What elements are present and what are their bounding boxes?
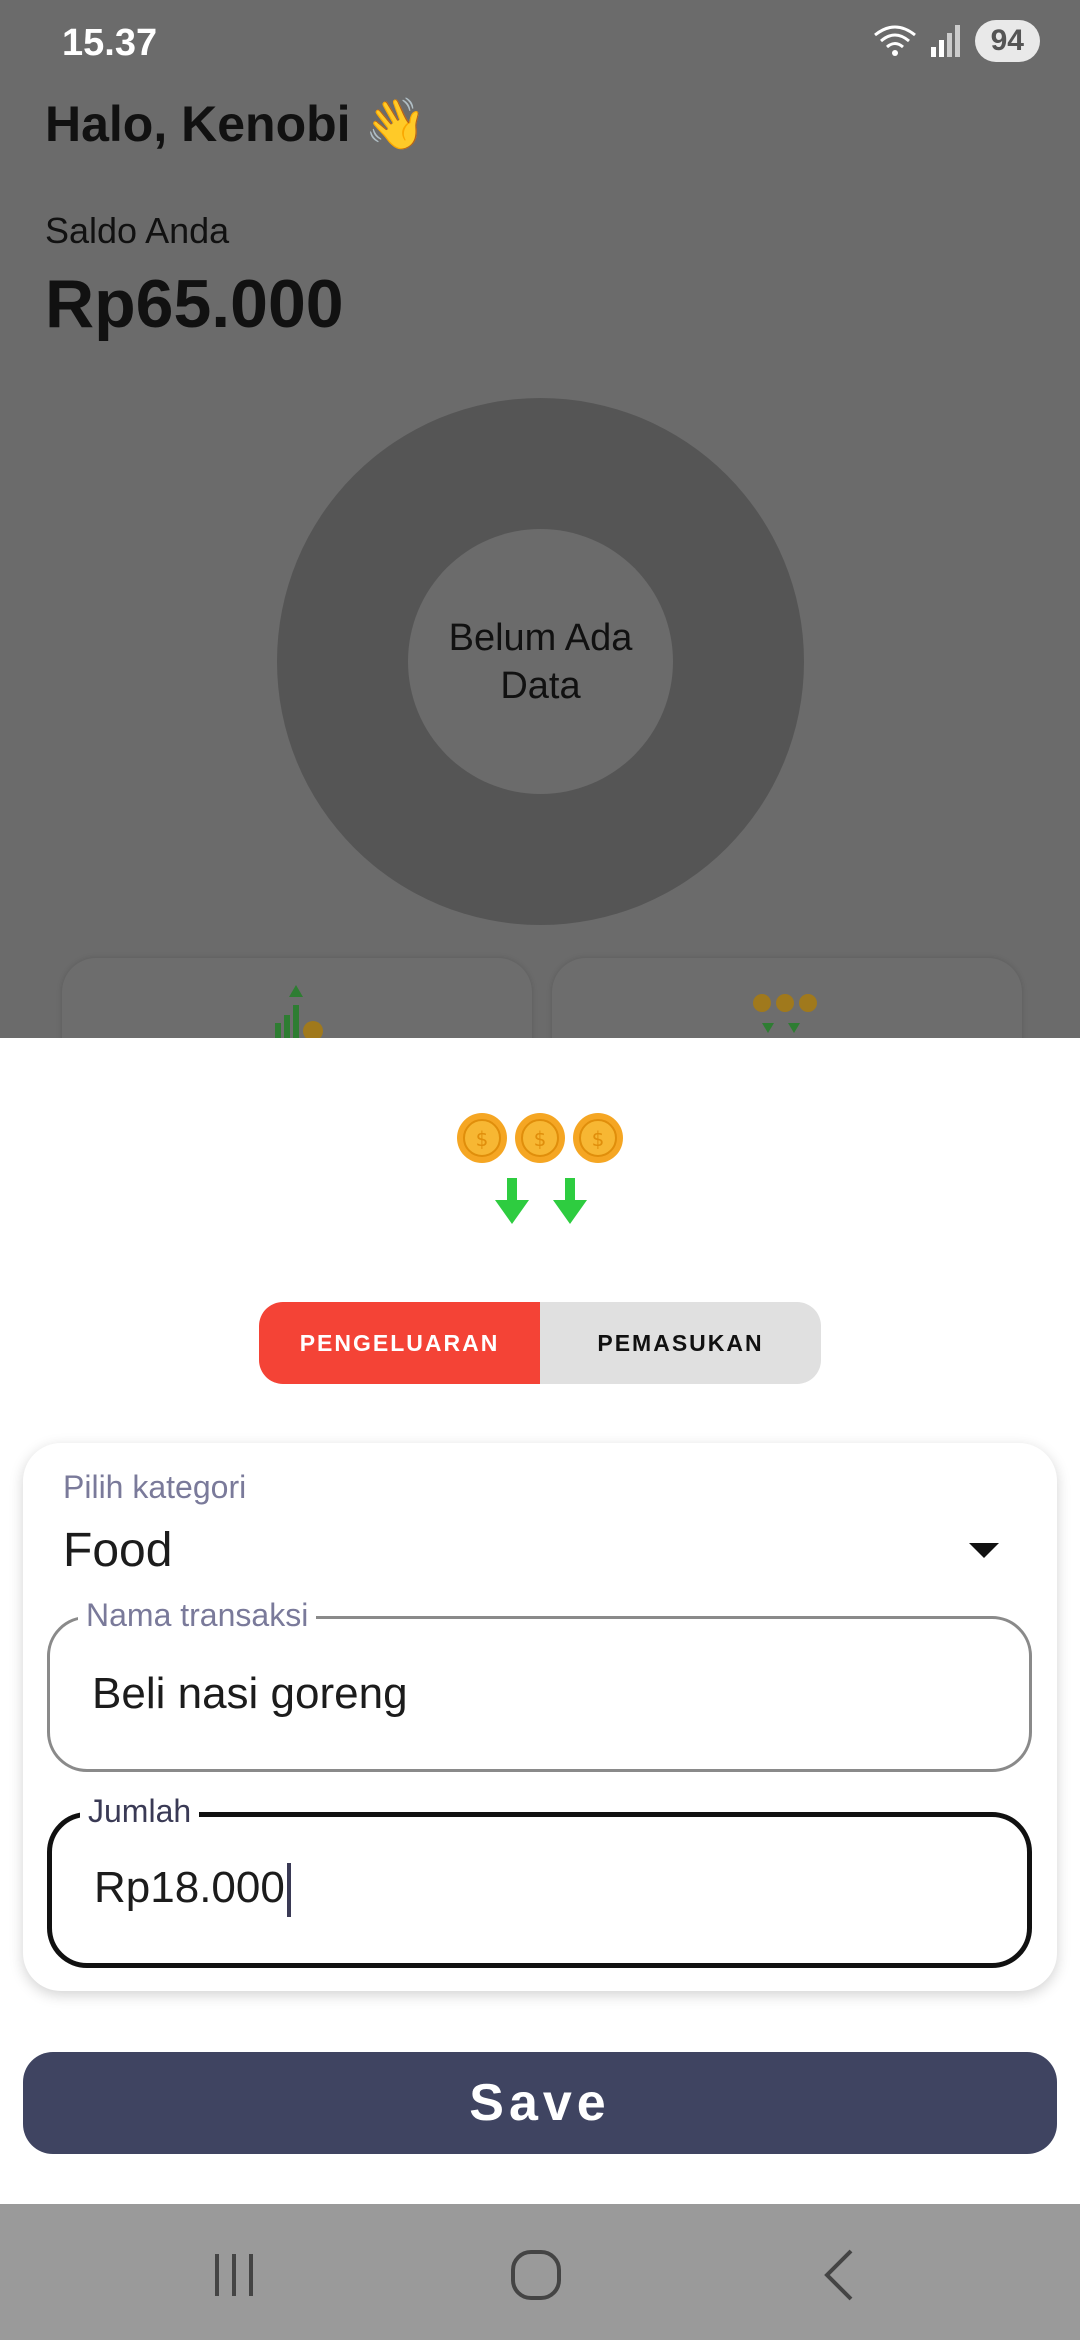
status-time: 15.37 <box>62 22 158 64</box>
signal-icon <box>930 25 960 57</box>
transaction-name-field[interactable]: Nama transaksi Beli nasi goreng <box>47 1597 1032 1772</box>
category-label: Pilih kategori <box>63 1469 247 1505</box>
home-icon <box>511 2250 561 2300</box>
save-button[interactable]: Save <box>23 2052 1057 2154</box>
coins-down-icon: $ $ $ <box>457 1113 623 1224</box>
amount-value: Rp18.000 <box>94 1863 285 1912</box>
svg-text:$: $ <box>476 1127 489 1151</box>
back-button[interactable] <box>800 2240 880 2310</box>
svg-text:$: $ <box>592 1127 605 1151</box>
greeting-title: Halo, Kenobi 👋 <box>45 96 427 152</box>
svg-text:$: $ <box>534 1127 547 1151</box>
growth-chart-icon <box>275 985 323 1040</box>
text-caret <box>286 1863 291 1918</box>
amount-label: Jumlah <box>80 1793 200 1830</box>
transaction-form-card: Pilih kategori Food Nama transaksi Beli … <box>23 1443 1057 1991</box>
recent-apps-icon <box>215 2254 253 2296</box>
background-screen: 15.37 94 Halo, Kenobi 👋 Saldo Anda Rp65.… <box>0 0 1080 1040</box>
wifi-icon <box>873 25 916 56</box>
transaction-name-input[interactable]: Beli nasi goreng <box>92 1669 992 1719</box>
chart-empty-text: Belum Ada Data <box>448 616 633 707</box>
coins-down-small-icon <box>753 994 817 1033</box>
donut-chart: Belum Ada Data <box>277 398 804 925</box>
donut-center: Belum Ada Data <box>408 529 673 794</box>
income-card <box>62 958 532 1040</box>
tab-pengeluaran[interactable]: PENGELUARAN <box>259 1302 540 1384</box>
category-value: Food <box>63 1524 173 1577</box>
amount-input[interactable]: Rp18.000 <box>94 1863 994 1918</box>
system-navigation-bar <box>0 2204 1080 2340</box>
status-icons: 94 <box>873 20 1040 62</box>
balance-label: Saldo Anda <box>45 210 230 251</box>
amount-field[interactable]: Jumlah Rp18.000 <box>47 1793 1032 1968</box>
back-icon <box>824 2249 853 2301</box>
balance-value: Rp65.000 <box>45 266 344 342</box>
tab-pemasukan[interactable]: PEMASUKAN <box>540 1302 821 1384</box>
recent-apps-button[interactable] <box>194 2240 274 2310</box>
transaction-name-label: Nama transaksi <box>78 1597 317 1634</box>
transaction-type-toggle: PENGELUARAN PEMASUKAN <box>259 1302 821 1384</box>
category-dropdown[interactable]: Pilih kategori Food <box>23 1443 1057 1593</box>
home-button[interactable] <box>496 2240 576 2310</box>
battery-indicator: 94 <box>974 20 1040 62</box>
expense-card <box>552 958 1022 1040</box>
dropdown-arrow-icon <box>969 1543 999 1558</box>
